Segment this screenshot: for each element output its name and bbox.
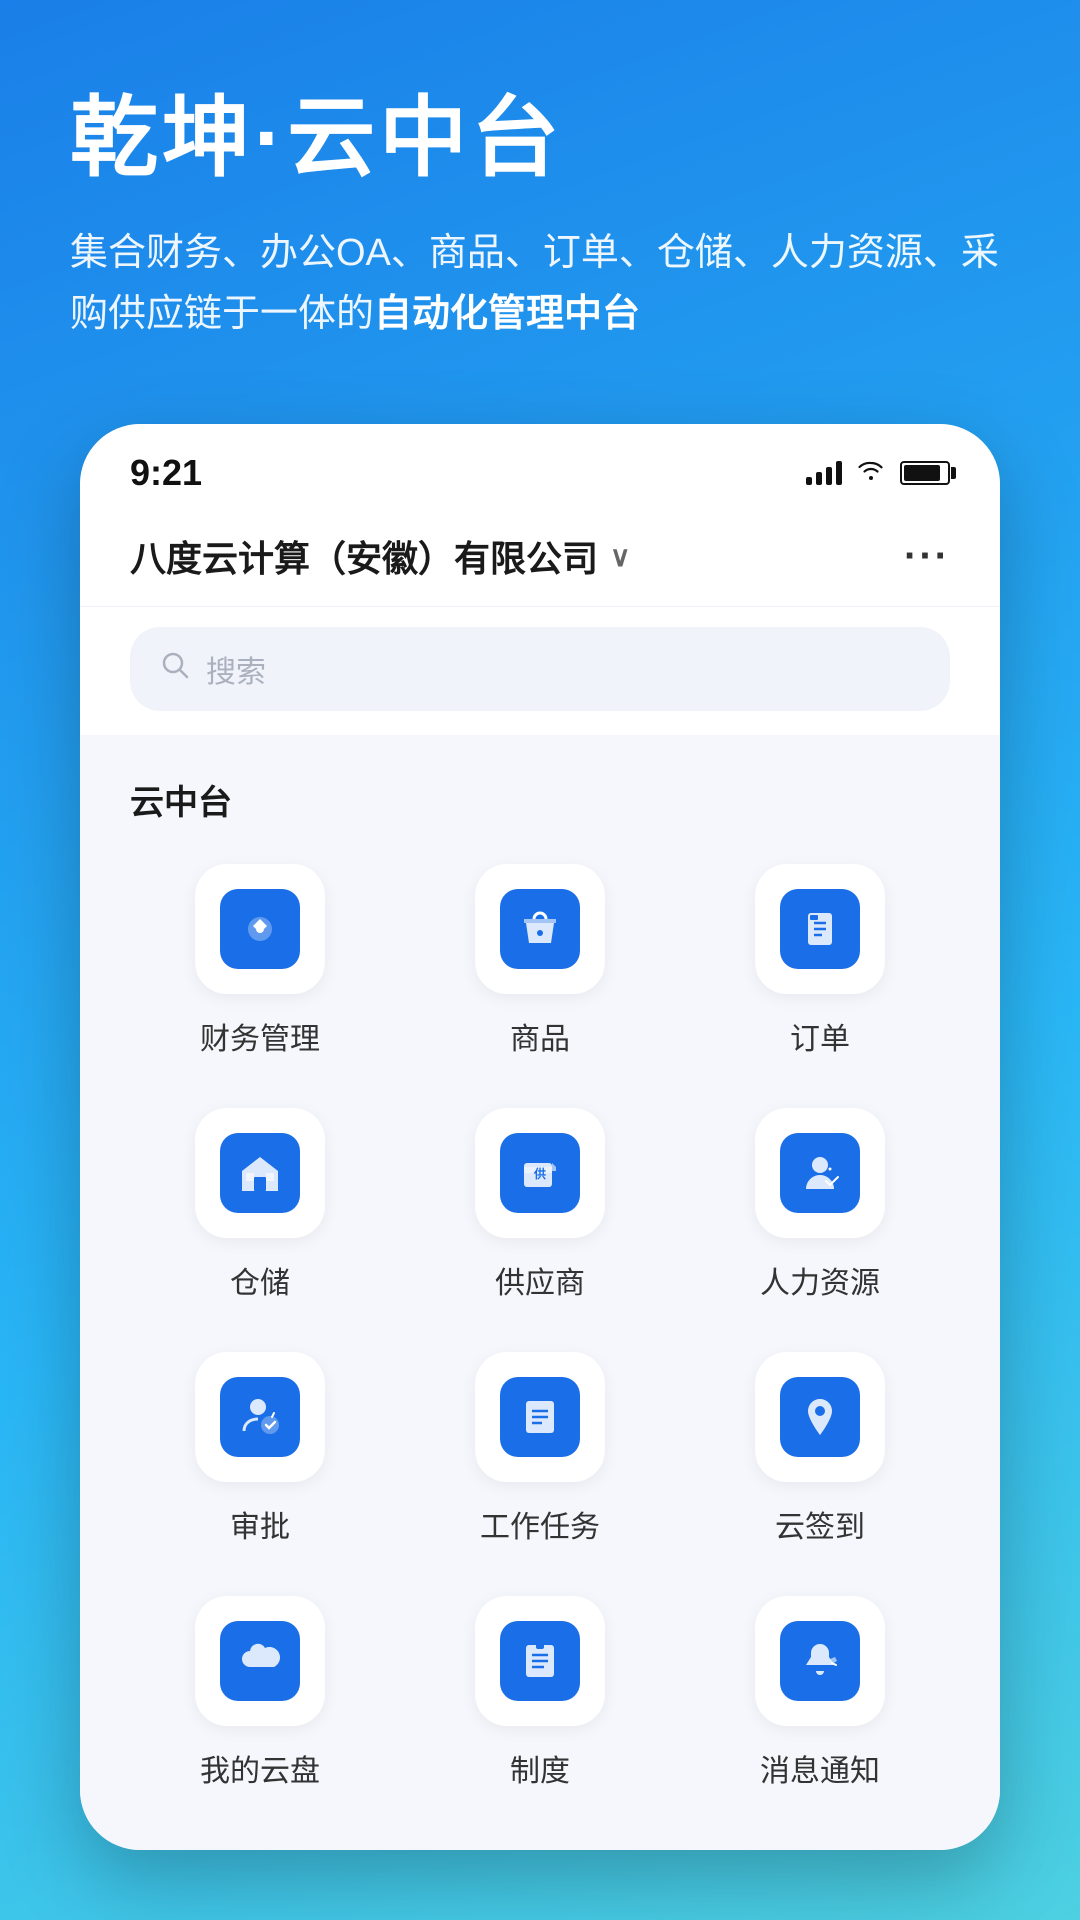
status-icons: [806, 458, 950, 489]
app-item-cloud[interactable]: 我的云盘: [130, 1596, 390, 1790]
app-item-order[interactable]: 订单: [690, 864, 950, 1058]
search-bar[interactable]: 搜索: [130, 627, 950, 711]
app-grid: 财务管理 商品: [120, 864, 960, 1790]
company-selector[interactable]: 八度云计算（安徽）有限公司 ∨: [130, 530, 631, 582]
approval-label: 审批: [230, 1502, 290, 1546]
app-item-warehouse[interactable]: 仓储: [130, 1108, 390, 1302]
app-item-supplier[interactable]: 供 供应商: [410, 1108, 670, 1302]
app-item-policy[interactable]: 制度: [410, 1596, 670, 1790]
approval-icon: [220, 1377, 300, 1457]
subtitle-bold: 自动化管理中台: [374, 293, 640, 335]
finance-icon: [220, 889, 300, 969]
wifi-icon: [856, 458, 886, 489]
finance-label: 财务管理: [200, 1014, 320, 1058]
policy-icon: [500, 1621, 580, 1701]
app-item-product[interactable]: 商品: [410, 864, 670, 1058]
app-item-notify[interactable]: 消息通知: [690, 1596, 950, 1790]
section-title: 云中台: [120, 775, 960, 824]
hero-section: 乾坤·云中台 集合财务、办公OA、商品、订单、仓储、人力资源、采购供应链于一体的…: [0, 0, 1080, 404]
product-label: 商品: [510, 1014, 570, 1058]
status-time: 9:21: [130, 452, 202, 494]
search-container: 搜索: [80, 607, 1000, 735]
app-item-finance[interactable]: 财务管理: [130, 864, 390, 1058]
app-subtitle: 集合财务、办公OA、商品、订单、仓储、人力资源、采购供应链于一体的自动化管理中台: [70, 223, 1010, 345]
svg-text:供: 供: [533, 1166, 546, 1181]
notify-label: 消息通知: [760, 1746, 880, 1790]
search-icon: [160, 650, 190, 688]
order-label: 订单: [790, 1014, 850, 1058]
hr-icon: [780, 1133, 860, 1213]
task-label: 工作任务: [480, 1502, 600, 1546]
status-bar: 9:21: [80, 424, 1000, 506]
notify-icon: [780, 1621, 860, 1701]
warehouse-icon: [220, 1133, 300, 1213]
signal-icon: [806, 461, 842, 485]
phone-mockup: 9:21: [80, 424, 1000, 1850]
more-icon[interactable]: ···: [904, 534, 950, 579]
app-item-task[interactable]: 工作任务: [410, 1352, 670, 1546]
order-icon: [780, 889, 860, 969]
warehouse-label: 仓储: [230, 1258, 290, 1302]
cloud-icon: [220, 1621, 300, 1701]
company-name-text: 八度云计算（安徽）有限公司: [130, 530, 598, 582]
chevron-down-icon: ∨: [610, 540, 631, 573]
app-item-approval[interactable]: 审批: [130, 1352, 390, 1546]
task-icon: [500, 1377, 580, 1457]
checkin-icon: [780, 1377, 860, 1457]
battery-icon: [900, 461, 950, 485]
cloud-label: 我的云盘: [200, 1746, 320, 1790]
product-icon: [500, 889, 580, 969]
checkin-label: 云签到: [775, 1502, 865, 1546]
search-placeholder: 搜索: [206, 647, 266, 691]
app-item-checkin[interactable]: 云签到: [690, 1352, 950, 1546]
app-item-hr[interactable]: 人力资源: [690, 1108, 950, 1302]
app-title: 乾坤·云中台: [70, 90, 1010, 187]
phone-wrapper: 9:21: [0, 404, 1080, 1850]
app-header: 八度云计算（安徽）有限公司 ∨ ···: [80, 506, 1000, 607]
supplier-label: 供应商: [495, 1258, 585, 1302]
main-content: 云中台 财务管理: [80, 735, 1000, 1850]
supplier-icon: 供: [500, 1133, 580, 1213]
policy-label: 制度: [510, 1746, 570, 1790]
hr-label: 人力资源: [760, 1258, 880, 1302]
